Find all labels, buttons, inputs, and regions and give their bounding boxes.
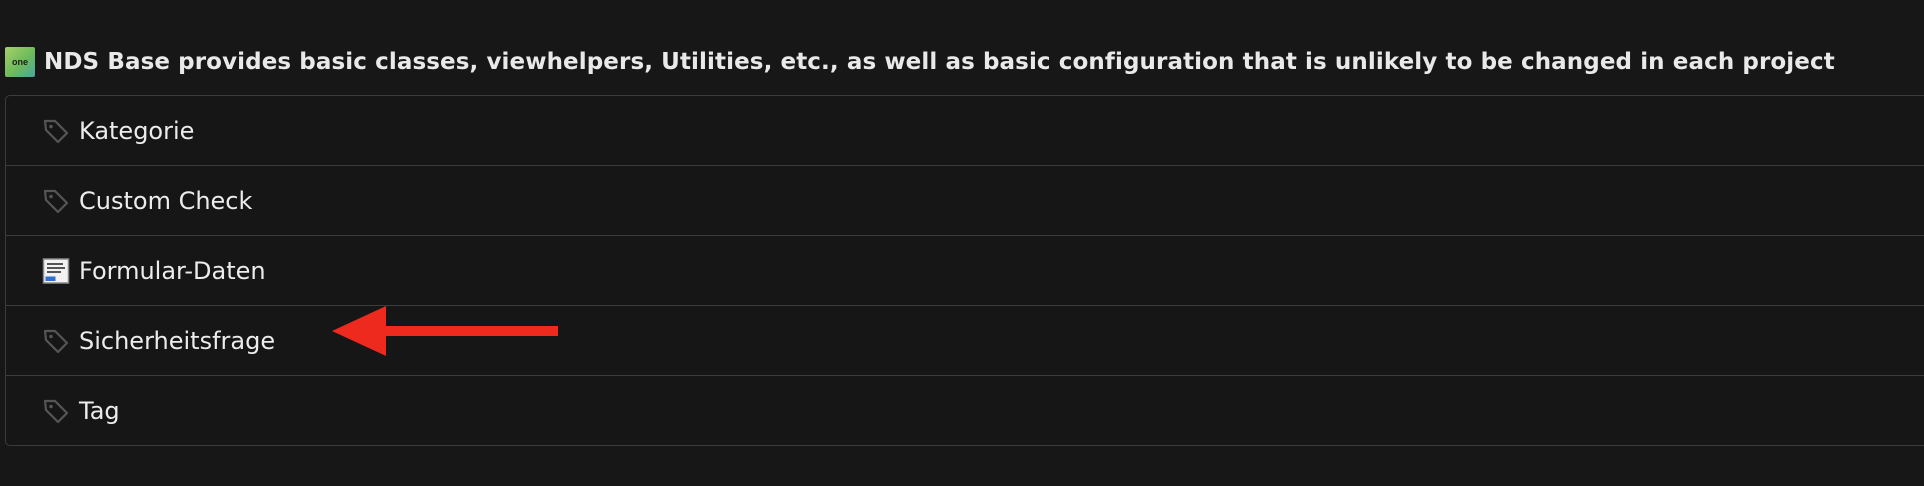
extension-title: NDS Base provides basic classes, viewhel… xyxy=(44,49,1835,75)
tag-icon xyxy=(42,117,70,145)
tag-icon xyxy=(42,397,70,425)
red-arrow-annotation xyxy=(332,306,558,356)
extension-icon: one xyxy=(5,47,35,77)
record-label: Kategorie xyxy=(79,116,195,145)
record-row-formular-daten[interactable]: Formular-Daten xyxy=(6,235,1924,305)
record-row-tag[interactable]: Tag xyxy=(6,375,1924,445)
record-label: Sicherheitsfrage xyxy=(79,326,276,355)
record-row-kategorie[interactable]: Kategorie xyxy=(6,96,1924,165)
extension-header: one NDS Base provides basic classes, vie… xyxy=(5,44,1835,80)
form-data-icon xyxy=(42,257,70,285)
extension-icon-text: one xyxy=(11,57,28,67)
record-type-list: Kategorie Custom Check Formular-Daten Si… xyxy=(5,95,1924,446)
record-row-custom-check[interactable]: Custom Check xyxy=(6,165,1924,235)
record-row-sicherheitsfrage[interactable]: Sicherheitsfrage xyxy=(6,305,1924,375)
tag-icon xyxy=(42,187,70,215)
record-label: Formular-Daten xyxy=(79,256,266,285)
record-label: Tag xyxy=(79,396,120,425)
tag-icon xyxy=(42,327,70,355)
record-label: Custom Check xyxy=(79,186,253,215)
